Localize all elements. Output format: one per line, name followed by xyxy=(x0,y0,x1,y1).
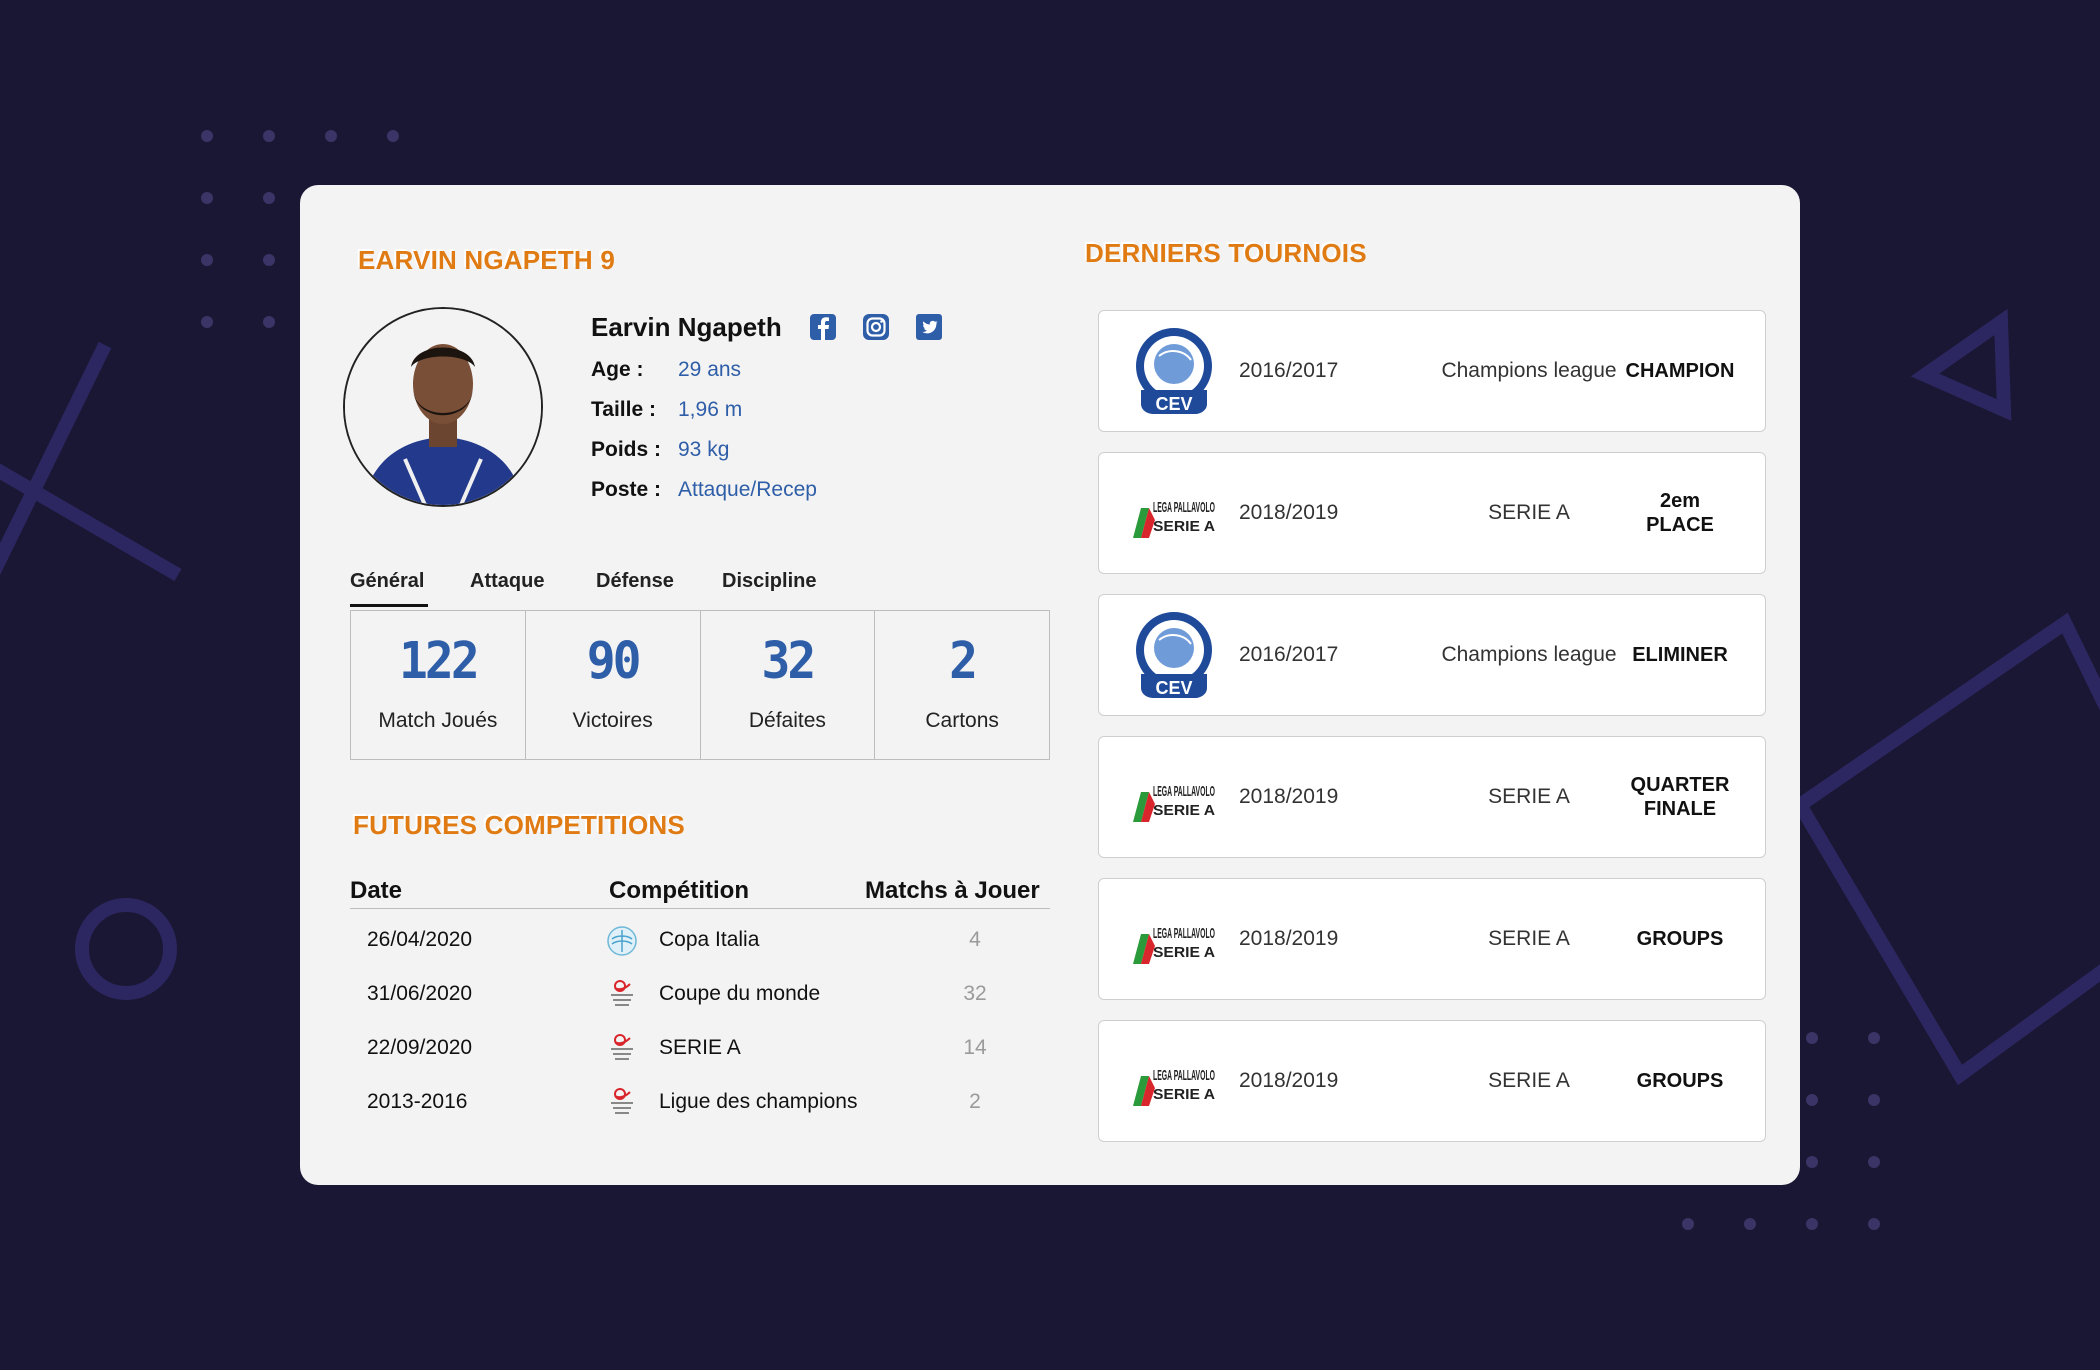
cev-logo-icon: CEV xyxy=(1136,328,1212,414)
lega-logo-top: LEGA PALLAVOLO xyxy=(1153,783,1215,800)
future-row-competition: Copa Italia xyxy=(659,928,760,951)
stat-wins: 90 Victoires xyxy=(526,611,701,759)
stat-matches: 122 Match Joués xyxy=(351,611,526,759)
facebook-icon[interactable] xyxy=(808,312,838,342)
lega-logo-top: LEGA PALLAVOLO xyxy=(1153,1067,1215,1084)
tournament-year: 2016/2017 xyxy=(1239,359,1339,382)
stat-wins-value: 90 xyxy=(586,631,642,691)
player-card: EARVIN NGAPETH 9 Earvin Ngapeth Age : 29… xyxy=(300,185,1800,1185)
cev-logo-text: CEV xyxy=(1155,678,1192,698)
stat-cards-label: Cartons xyxy=(925,709,999,732)
copa-italia-logo-icon xyxy=(607,926,637,956)
future-row-competition: SERIE A xyxy=(659,1036,741,1059)
tournament-result: 2em PLACE xyxy=(1646,490,1714,536)
tournament-card[interactable]: CEV 2016/2017 Champions league CHAMPION xyxy=(1098,310,1766,432)
info-age-label: Age : xyxy=(591,358,644,381)
info-age-value: 29 ans xyxy=(678,358,742,381)
player-name: Earvin Ngapeth xyxy=(591,312,782,342)
tournament-result: GROUPS xyxy=(1636,1070,1724,1092)
future-row-date: 22/09/2020 xyxy=(367,1036,473,1059)
future-row: 2013-2016 Ligue des champions 2 xyxy=(350,1084,1050,1124)
trentino-volley-logo-icon xyxy=(611,980,633,1006)
player-avatar xyxy=(343,307,543,507)
future-header-competition: Compétition xyxy=(609,877,749,904)
stat-wins-label: Victoires xyxy=(572,709,653,732)
tournament-year: 2016/2017 xyxy=(1239,643,1339,666)
lega-pallavolo-logo-icon: LEGA PALLAVOLO SERIE A xyxy=(1133,499,1215,538)
future-row-date: 2013-2016 xyxy=(367,1090,468,1113)
stat-losses-value: 32 xyxy=(761,631,816,691)
tournament-card[interactable]: CEV 2016/2017 Champions league ELIMINER xyxy=(1098,594,1766,716)
tournament-card[interactable]: LEGA PALLAVOLO SERIE A 2018/2019 SERIE A… xyxy=(1098,452,1766,574)
future-row-matches: 32 xyxy=(963,982,987,1005)
twitter-icon[interactable] xyxy=(914,312,944,342)
tab-attaque[interactable]: Attaque xyxy=(470,570,544,593)
future-row-date: 26/04/2020 xyxy=(367,928,473,951)
lega-pallavolo-logo-icon: LEGA PALLAVOLO SERIE A xyxy=(1133,925,1215,964)
future-row-matches: 14 xyxy=(963,1036,987,1059)
future-section-title: FUTURES COMPETITIONS xyxy=(353,810,685,840)
tab-discipline[interactable]: Discipline xyxy=(722,570,816,593)
player-photo xyxy=(345,309,541,505)
cev-logo-icon: CEV xyxy=(1136,612,1212,698)
stat-matches-value: 122 xyxy=(399,631,480,691)
future-row-matches: 4 xyxy=(969,928,981,951)
stat-cards-value: 2 xyxy=(949,631,978,691)
tab-defense[interactable]: Défense xyxy=(596,570,674,593)
info-height-value: 1,96 m xyxy=(678,398,743,421)
stat-cards: 2 Cartons xyxy=(875,611,1049,759)
tournament-year: 2018/2019 xyxy=(1239,785,1339,808)
stat-losses-label: Défaites xyxy=(748,709,826,732)
lega-pallavolo-logo-icon: LEGA PALLAVOLO SERIE A xyxy=(1133,783,1215,822)
tournament-year: 2018/2019 xyxy=(1239,927,1339,950)
tournament-result: ELIMINER xyxy=(1632,644,1728,666)
tournament-card[interactable]: LEGA PALLAVOLO SERIE A 2018/2019 SERIE A… xyxy=(1098,1020,1766,1142)
future-header-matches: Matchs à Jouer xyxy=(865,877,1040,904)
future-header-divider xyxy=(350,908,1050,909)
tournament-year: 2018/2019 xyxy=(1239,1069,1339,1092)
future-header-date: Date xyxy=(350,877,403,904)
tournament-year: 2018/2019 xyxy=(1239,501,1339,524)
trentino-volley-logo-icon xyxy=(611,1034,633,1060)
tournaments-section-title: DERNIERS TOURNOIS xyxy=(1085,238,1367,268)
future-row: 22/09/2020 SERIE A 14 xyxy=(350,1030,1050,1070)
lega-pallavolo-logo-icon: LEGA PALLAVOLO SERIE A xyxy=(1133,1067,1215,1106)
cev-logo-text: CEV xyxy=(1155,394,1192,414)
info-weight-value: 93 kg xyxy=(678,438,730,461)
tournament-card[interactable]: LEGA PALLAVOLO SERIE A 2018/2019 SERIE A… xyxy=(1098,736,1766,858)
future-row-competition: Ligue des champions xyxy=(659,1090,858,1113)
lega-logo-bottom: SERIE A xyxy=(1153,944,1215,961)
lega-logo-bottom: SERIE A xyxy=(1153,802,1215,819)
tournament-result: GROUPS xyxy=(1636,928,1724,950)
lega-logo-bottom: SERIE A xyxy=(1153,518,1215,535)
stat-losses: 32 Défaites xyxy=(701,611,876,759)
info-position-label: Poste : xyxy=(591,478,662,501)
lega-logo-top: LEGA PALLAVOLO xyxy=(1153,499,1215,516)
future-row: 26/04/2020 Copa Italia 4 xyxy=(350,922,1050,962)
future-row-date: 31/06/2020 xyxy=(367,982,473,1005)
tournament-result: QUARTER FINALE xyxy=(1630,774,1730,820)
future-row-matches: 2 xyxy=(969,1090,981,1113)
player-section-title: EARVIN NGAPETH 9 xyxy=(358,245,615,275)
info-weight-label: Poids : xyxy=(591,438,662,461)
tournament-card[interactable]: LEGA PALLAVOLO SERIE A 2018/2019 SERIE A… xyxy=(1098,878,1766,1000)
stat-matches-label: Match Joués xyxy=(378,709,498,732)
info-height-label: Taille : xyxy=(591,398,656,421)
stats-panel: 122 Match Joués 90 Victoires 32 Défaites… xyxy=(350,610,1050,760)
lega-logo-top: LEGA PALLAVOLO xyxy=(1153,925,1215,942)
future-row: 31/06/2020 Coupe du monde 32 xyxy=(350,976,1050,1016)
future-row-competition: Coupe du monde xyxy=(659,982,821,1005)
instagram-icon[interactable] xyxy=(861,312,891,342)
trentino-volley-logo-icon xyxy=(611,1088,633,1114)
info-position-value: Attaque/Recep xyxy=(678,478,817,501)
lega-logo-bottom: SERIE A xyxy=(1153,1086,1215,1103)
tournament-result: CHAMPION xyxy=(1625,360,1735,382)
tab-general[interactable]: Général xyxy=(350,570,429,607)
